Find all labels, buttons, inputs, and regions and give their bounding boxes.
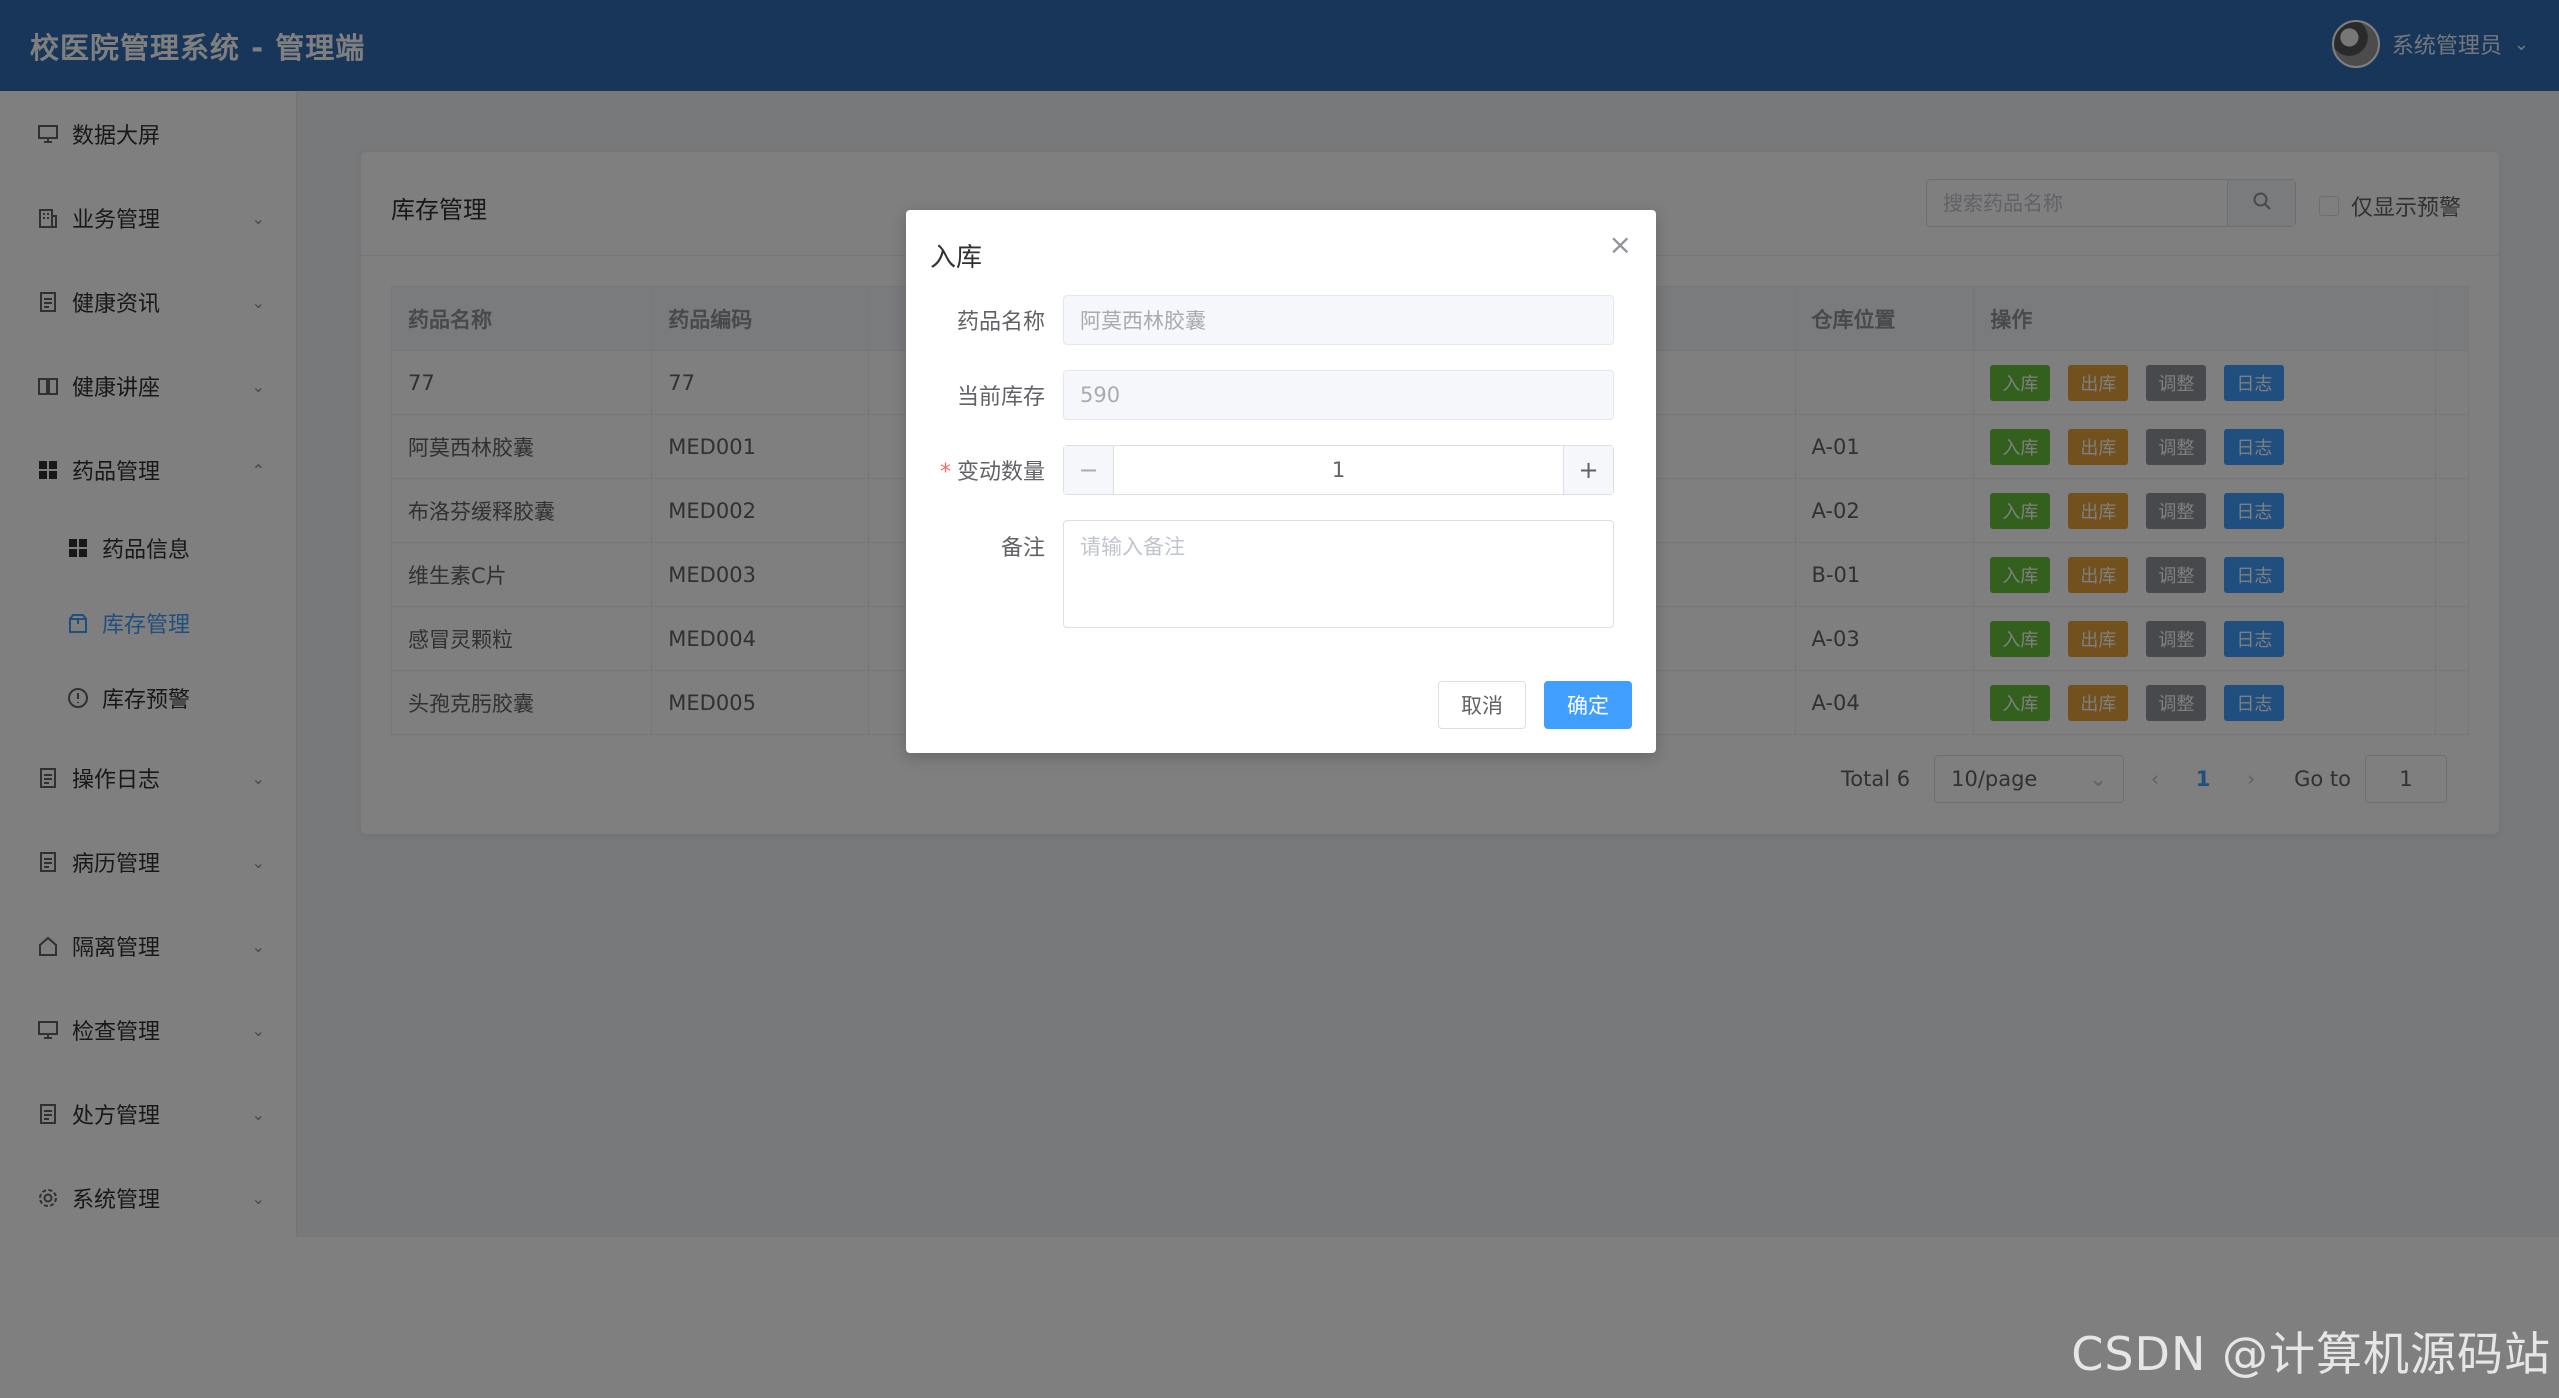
quantity-input[interactable]: 1 <box>1114 446 1563 494</box>
confirm-button[interactable]: 确定 <box>1544 681 1632 729</box>
decrease-button[interactable]: − <box>1064 446 1114 494</box>
required-mark: * <box>939 460 951 485</box>
form-row-remark: 备注 <box>906 520 1656 628</box>
field-label: 当前库存 <box>956 385 1045 410</box>
field-label: * 变动数量 <box>906 454 1063 486</box>
current-stock-field: 590 <box>1063 370 1614 420</box>
field-label-text: 变动数量 <box>956 460 1045 485</box>
field-label: 备注 <box>1000 536 1045 561</box>
remark-textarea[interactable] <box>1063 520 1614 628</box>
quantity-stepper: − 1 + <box>1063 445 1614 495</box>
form-row-stock: 当前库存 590 <box>906 370 1656 420</box>
field-label: 药品名称 <box>956 310 1045 335</box>
form-row-name: 药品名称 阿莫西林胶囊 <box>906 295 1656 345</box>
cancel-button[interactable]: 取消 <box>1438 681 1526 729</box>
watermark: CSDN @计算机源码站 <box>2071 1327 2551 1381</box>
stock-in-dialog: 入库 × 药品名称 阿莫西林胶囊 当前库存 590 * 变动数量 − 1 + 备注… <box>906 210 1656 753</box>
close-icon[interactable]: × <box>1609 228 1632 261</box>
dialog-title: 入库 <box>930 243 983 273</box>
form-row-quantity: * 变动数量 − 1 + <box>906 445 1656 495</box>
increase-button[interactable]: + <box>1563 446 1613 494</box>
medicine-name-field: 阿莫西林胶囊 <box>1063 295 1614 345</box>
dialog-footer: 取消 确定 <box>1438 681 1632 729</box>
